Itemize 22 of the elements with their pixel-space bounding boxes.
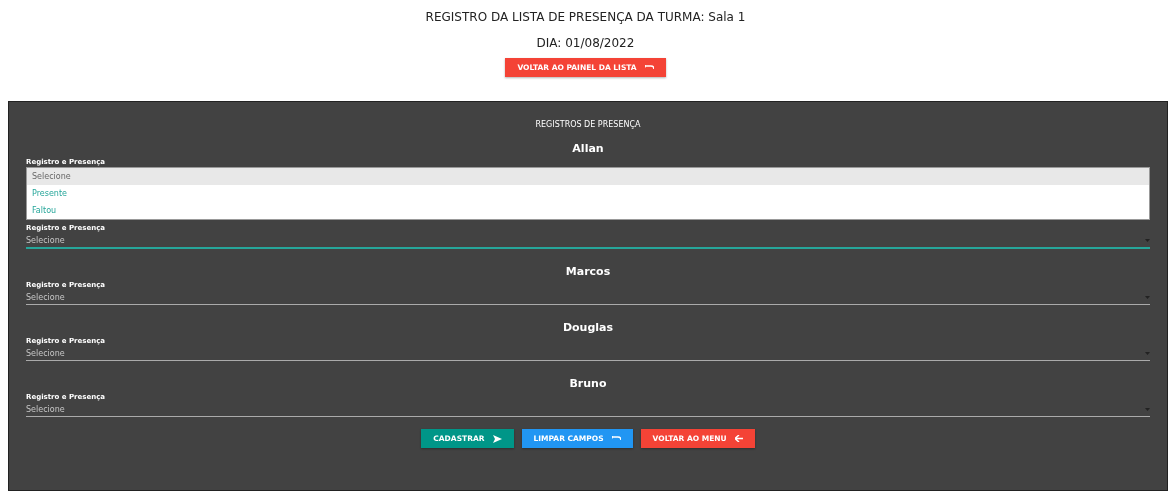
- dropdown-option[interactable]: Selecione: [27, 168, 1149, 185]
- panel-title: REGISTROS DE PRESENÇA: [535, 120, 641, 129]
- caret-icon: [1145, 407, 1150, 411]
- date-label: DIA: 01/08/2022: [536, 36, 635, 50]
- select-field[interactable]: Selecione: [26, 402, 1150, 417]
- dropdown-option[interactable]: Faltou: [27, 202, 1149, 219]
- student-name: Allan: [572, 140, 604, 157]
- undo-icon: [611, 436, 621, 441]
- caret-icon: [1145, 295, 1150, 299]
- arrow-left-icon: [734, 435, 743, 442]
- undo-icon: [644, 65, 654, 70]
- student-name: Douglas: [562, 319, 614, 336]
- select-field[interactable]: Selecione: [26, 346, 1150, 361]
- student-name: Marcos: [565, 263, 611, 280]
- caret-icon: [1145, 351, 1150, 355]
- page-title: REGISTRO DA LISTA DE PRESENÇA DA TURMA: Sala 1: [425, 10, 746, 24]
- dropdown-option[interactable]: Presente: [27, 185, 1149, 202]
- select-field[interactable]: Selecione: [26, 290, 1150, 305]
- student-name: Bruno: [569, 375, 607, 392]
- select-field[interactable]: Selecione: [26, 233, 1150, 249]
- send-icon: [492, 434, 502, 443]
- caret-icon: [1145, 238, 1150, 242]
